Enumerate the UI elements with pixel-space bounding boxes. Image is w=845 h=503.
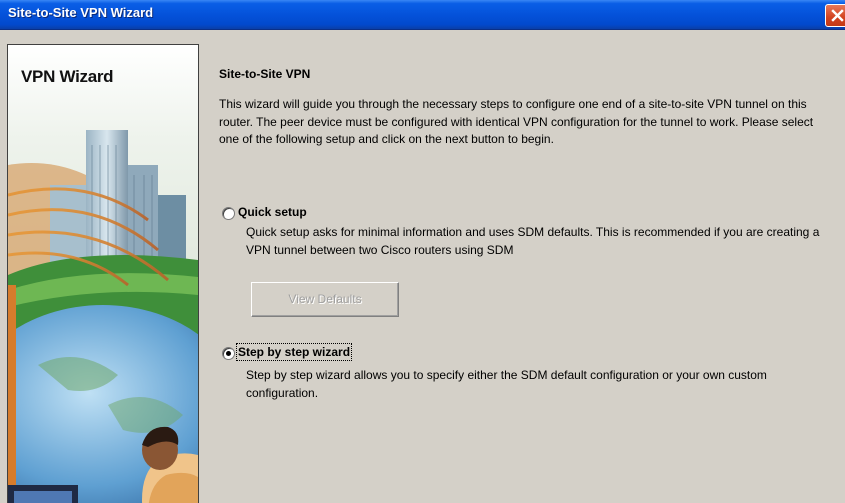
step-by-step-description: Step by step wizard allows you to specif… xyxy=(246,368,767,400)
quick-setup-label[interactable]: Quick setup xyxy=(238,205,307,219)
quick-setup-radio[interactable] xyxy=(222,207,235,220)
vpn-illustration xyxy=(8,45,198,503)
section-heading: Site-to-Site VPN xyxy=(219,67,311,81)
close-button[interactable] xyxy=(825,4,845,27)
quick-setup-description: Quick setup asks for minimal information… xyxy=(246,225,820,257)
close-icon xyxy=(831,9,844,22)
side-panel-title: VPN Wizard xyxy=(21,67,114,86)
window-title: Site-to-Site VPN Wizard xyxy=(8,5,154,20)
intro-text: This wizard will guide you through the n… xyxy=(219,97,814,146)
step-by-step-label[interactable]: Step by step wizard xyxy=(235,343,353,361)
wizard-side-panel: VPN Wizard xyxy=(7,44,199,503)
title-bar[interactable]: Site-to-Site VPN Wizard xyxy=(0,0,845,30)
wizard-window: Site-to-Site VPN Wizard VPN Wizard Site-… xyxy=(0,0,845,503)
view-defaults-button[interactable]: View Defaults xyxy=(251,282,399,317)
step-by-step-radio[interactable] xyxy=(222,347,235,360)
